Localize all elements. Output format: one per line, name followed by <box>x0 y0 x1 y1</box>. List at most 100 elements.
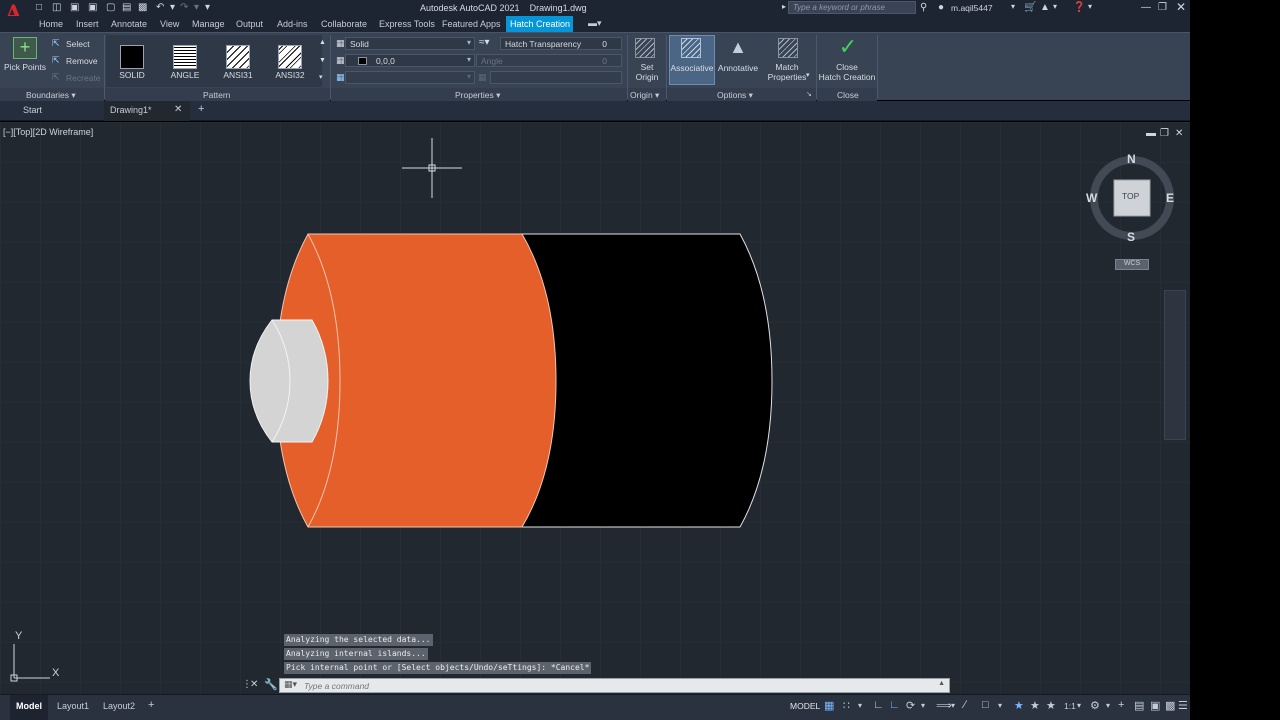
tab-featured-apps[interactable]: Featured Apps <box>442 19 501 29</box>
layout-tab-model[interactable]: Model <box>16 701 42 711</box>
command-prompt-icon[interactable]: ▦▾ <box>284 679 297 690</box>
infer-constraints-icon[interactable]: ∟ <box>873 699 884 711</box>
angle-field[interactable]: Angle 0 <box>476 54 622 67</box>
clean-screen-icon[interactable]: ▩ <box>1165 699 1175 712</box>
options-dialog-launcher-icon[interactable]: ↘ <box>806 90 812 98</box>
workspace-dropdown-icon[interactable]: ▾ <box>1106 701 1110 710</box>
tab-hatch-creation[interactable]: Hatch Creation <box>506 16 573 32</box>
command-input[interactable] <box>304 680 904 691</box>
workspace-gear-icon[interactable]: ⚙ <box>1090 699 1100 712</box>
command-close-icon[interactable]: ✕ <box>250 679 258 690</box>
hatch-scale-field[interactable] <box>490 71 622 84</box>
panel-label-options[interactable]: Options ▾ <box>717 90 753 101</box>
drawing-area[interactable] <box>0 122 1190 694</box>
tab-output[interactable]: Output <box>236 19 263 29</box>
remove-boundary-button[interactable]: Remove <box>66 56 98 66</box>
gallery-scroll-up-icon[interactable]: ▲ <box>319 39 326 46</box>
background-color-dropdown[interactable]: ▾ <box>345 71 475 84</box>
undo-dropdown-icon[interactable]: ▾ <box>170 2 175 13</box>
close-checkmark-icon[interactable]: ✓ <box>836 35 860 59</box>
hatch-color-dropdown[interactable]: 0,0,0 ▾ <box>345 54 475 67</box>
pattern-angle-swatch[interactable] <box>173 45 197 69</box>
panel-label-origin[interactable]: Origin ▾ <box>630 90 659 101</box>
close-hatch-creation-button[interactable]: Close Hatch Creation <box>817 62 877 82</box>
wcs-menu[interactable]: WCS <box>1115 259 1149 270</box>
polar-tracking-icon[interactable]: ⟳ <box>906 699 915 712</box>
match-dropdown-icon[interactable]: ▾ <box>806 71 810 79</box>
isometric-dropdown-icon[interactable]: ▾ <box>951 701 955 710</box>
polar-dropdown-icon[interactable]: ▾ <box>921 701 925 710</box>
object-snap-tracking-icon[interactable]: ∕ <box>964 699 966 711</box>
associative-icon[interactable] <box>681 38 701 58</box>
annotation-scale-value[interactable]: 1:1 <box>1064 701 1076 711</box>
hatch-transparency-field[interactable]: Hatch Transparency 0 <box>500 37 622 50</box>
tab-annotate[interactable]: Annotate <box>111 19 147 29</box>
print-preview-icon[interactable]: ▤ <box>122 2 131 13</box>
annotation-autoscale-icon[interactable]: ★ <box>1030 699 1040 712</box>
minimize-window-icon[interactable]: — <box>1141 2 1151 13</box>
save-icon[interactable]: ▣ <box>70 2 79 13</box>
pick-points-icon[interactable]: + <box>13 37 37 59</box>
viewport-restore-icon[interactable]: ❐ <box>1160 128 1169 139</box>
compass-s-label[interactable]: S <box>1127 230 1135 244</box>
close-window-icon[interactable]: ✕ <box>1176 0 1186 14</box>
units-icon[interactable]: ▤ <box>1134 699 1144 712</box>
layout-tab-layout2[interactable]: Layout2 <box>103 701 135 711</box>
tab-add-ins[interactable]: Add-ins <box>277 19 308 29</box>
object-snap-icon[interactable]: □ <box>982 699 989 711</box>
recreate-boundary-button[interactable]: Recreate <box>66 73 101 83</box>
stay-connected-dropdown-icon[interactable]: ▾ <box>1053 2 1057 11</box>
tab-insert[interactable]: Insert <box>76 19 99 29</box>
transparency-icon[interactable]: ≈▾ <box>479 37 490 48</box>
ortho-icon[interactable]: ∟ <box>889 699 900 711</box>
hatch-type-dropdown[interactable]: Solid ▾ <box>345 37 475 50</box>
osnap-dropdown-icon[interactable]: ▾ <box>998 701 1002 710</box>
navigation-bar[interactable] <box>1164 290 1186 440</box>
redo-icon[interactable]: ↷ <box>180 2 188 13</box>
new-tab-icon[interactable]: + <box>198 103 204 115</box>
viewport-minimize-icon[interactable]: ▬ <box>1146 128 1156 139</box>
command-line[interactable]: ▦▾ ▲ <box>279 678 950 693</box>
annotation-scale-icon[interactable]: ★ <box>1046 699 1056 712</box>
tab-express-tools[interactable]: Express Tools <box>379 19 435 29</box>
search-icon[interactable]: ⚲ <box>920 2 927 13</box>
user-name[interactable]: m.aqil5447 <box>951 3 993 13</box>
add-layout-icon[interactable]: + <box>148 699 154 711</box>
restore-window-icon[interactable]: ❐ <box>1158 2 1167 13</box>
battery-terminal[interactable] <box>249 319 329 443</box>
annotative-button[interactable]: Annotative <box>716 63 760 73</box>
snap-icon[interactable]: ∷ <box>843 699 850 712</box>
ribbon-minimize-icon[interactable]: ▬▾ <box>588 18 602 29</box>
close-tab-icon[interactable]: ✕ <box>174 104 182 115</box>
start-tab[interactable]: Start <box>23 105 42 115</box>
panel-label-properties[interactable]: Properties ▾ <box>455 90 500 101</box>
set-origin-icon[interactable] <box>635 38 655 58</box>
new-file-icon[interactable]: □ <box>36 2 42 13</box>
grid-icon[interactable]: ▦ <box>824 699 834 712</box>
open-file-icon[interactable]: ◫ <box>52 2 61 13</box>
command-customize-icon[interactable]: 🔧 <box>264 678 278 691</box>
tab-collaborate[interactable]: Collaborate <box>321 19 367 29</box>
web-mobile-icon[interactable]: ▢ <box>106 2 115 13</box>
scale-dropdown-icon[interactable]: ▾ <box>1077 701 1081 710</box>
isometric-icon[interactable]: ⟹ <box>936 699 952 712</box>
gallery-expand-icon[interactable]: ▾ <box>319 73 323 81</box>
viewport-controls-label[interactable]: [−][Top][2D Wireframe] <box>3 127 93 137</box>
customize-qat-icon[interactable]: ▾ <box>205 2 210 13</box>
panel-label-boundaries[interactable]: Boundaries ▾ <box>26 90 76 101</box>
command-history-toggle-icon[interactable]: ▲ <box>938 680 945 687</box>
search-expand-icon[interactable]: ▸ <box>782 2 786 11</box>
snap-dropdown-icon[interactable]: ▾ <box>858 701 862 710</box>
help-dropdown-icon[interactable]: ▾ <box>1088 2 1092 11</box>
drawing-canvas[interactable]: [−][Top][2D Wireframe] ▬ ❐ ✕ TOP N S E W… <box>0 122 1190 694</box>
pattern-solid-swatch[interactable] <box>120 45 144 69</box>
help-icon[interactable]: ❓ <box>1073 2 1085 13</box>
viewport-close-icon[interactable]: ✕ <box>1175 128 1183 139</box>
save-as-icon[interactable]: ▣ <box>88 2 97 13</box>
drawing-tab[interactable]: Drawing1* <box>110 105 152 115</box>
quick-properties-icon[interactable]: ▣ <box>1150 699 1160 712</box>
annotation-monitor-icon[interactable]: + <box>1118 699 1124 711</box>
compass-n-label[interactable]: N <box>1127 152 1136 166</box>
stay-connected-icon[interactable]: ▲ <box>1040 2 1050 13</box>
help-search-input[interactable]: Type a keyword or phrase <box>788 1 916 14</box>
